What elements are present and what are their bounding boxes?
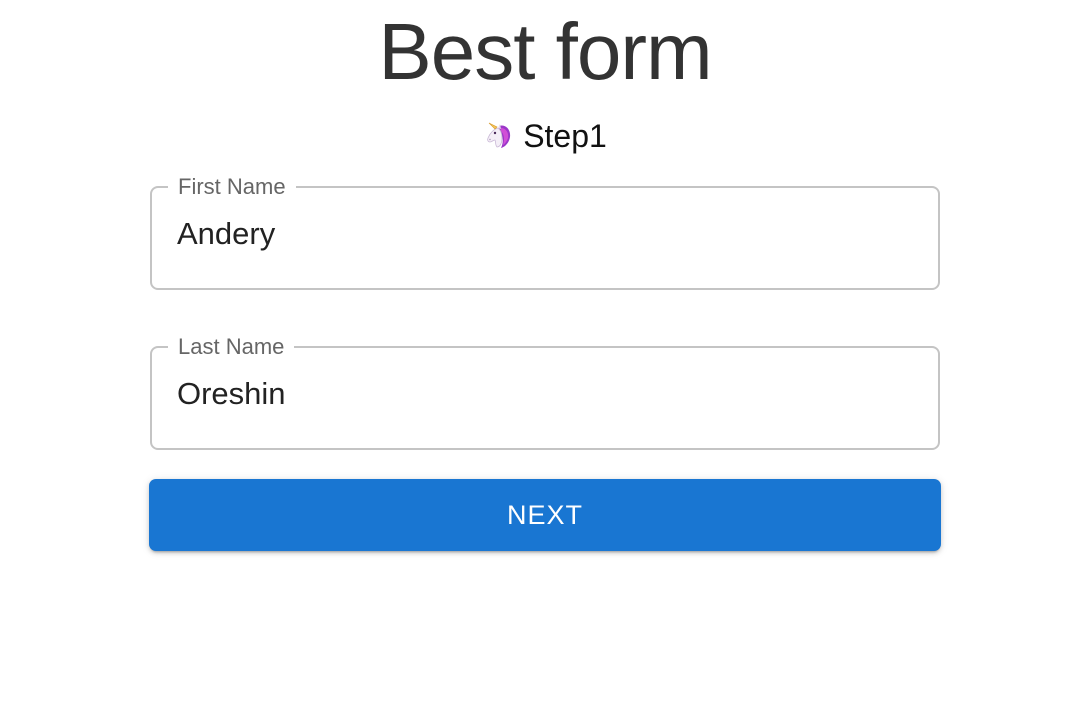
step-indicator: Step1 [0, 116, 1090, 156]
first-name-input[interactable] [177, 214, 907, 254]
first-name-field[interactable]: First Name [150, 174, 940, 290]
first-name-label: First Name [178, 174, 286, 199]
last-name-field[interactable]: Last Name [150, 334, 940, 450]
last-name-input[interactable] [177, 374, 907, 414]
form-page: Best form Step1 First Name Andery Last N… [0, 0, 1090, 720]
next-button[interactable]: NEXT [149, 479, 941, 551]
page-title: Best form [378, 7, 712, 96]
step-label: Step1 [523, 118, 607, 154]
last-name-label: Last Name [178, 334, 285, 359]
unicorn-icon [483, 120, 515, 152]
